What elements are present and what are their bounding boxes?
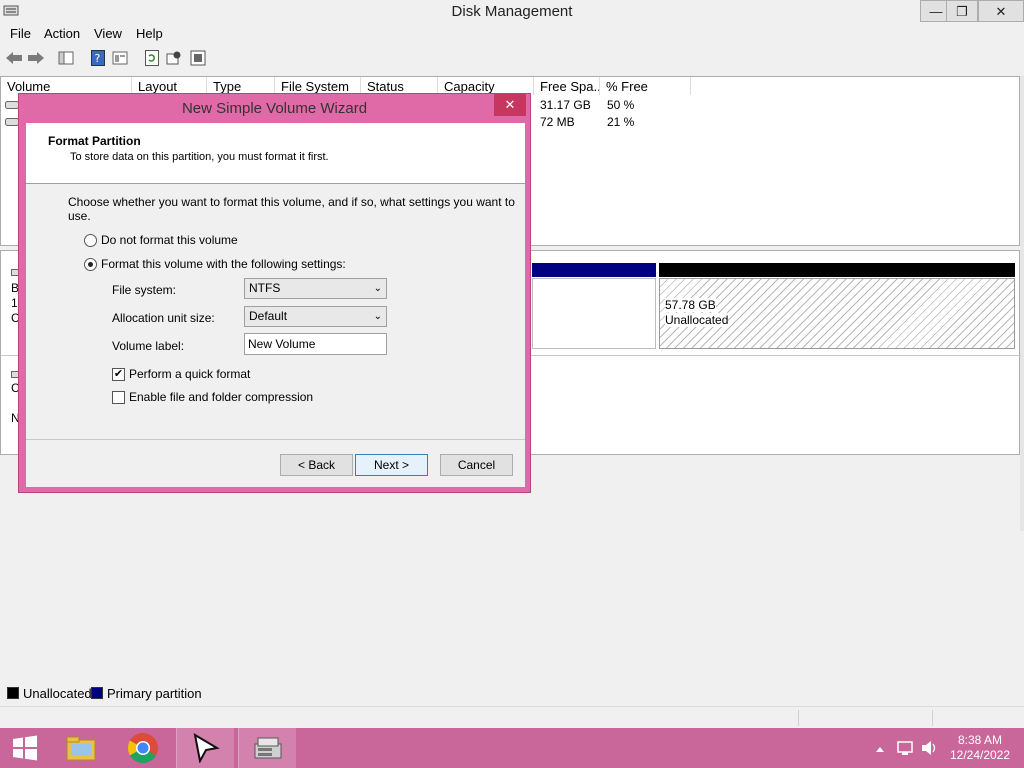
volume-label-input[interactable]: New Volume: [244, 333, 387, 355]
vertical-scrollbar[interactable]: [1020, 76, 1024, 531]
primary-swatch: [91, 687, 103, 699]
quick-format-checkbox[interactable]: ✔ Perform a quick format: [112, 367, 250, 381]
maximize-button[interactable]: ❐: [946, 0, 978, 22]
status-separator: [932, 710, 933, 726]
legend-unallocated: Unallocated: [23, 686, 92, 701]
wizard-body: Format Partition To store data on this p…: [26, 123, 525, 487]
file-system-label: File system:: [112, 283, 177, 297]
status-bar: [0, 706, 1024, 728]
network-icon[interactable]: [896, 728, 918, 768]
legend-primary: Primary partition: [107, 686, 202, 701]
compression-label: Enable file and folder compression: [129, 390, 314, 404]
row2-free-space: 72 MB: [540, 115, 575, 129]
quick-format-label: Perform a quick format: [129, 367, 251, 381]
wizard-footer-divider: [26, 439, 525, 440]
volume-label-label: Volume label:: [112, 339, 185, 353]
row2-percent-free: 21 %: [607, 115, 635, 129]
start-icon[interactable]: [0, 728, 50, 768]
compression-checkbox[interactable]: Enable file and folder compression: [112, 390, 313, 404]
clock-date: 12/24/2022: [949, 748, 1011, 762]
checkbox-unchecked-icon[interactable]: [112, 390, 125, 404]
disk-management-icon[interactable]: [238, 728, 296, 768]
tray-chevron-up-icon[interactable]: [874, 728, 888, 768]
window-title: Disk Management: [451, 3, 573, 20]
close-button[interactable]: ✕: [978, 0, 1024, 22]
file-explorer-icon[interactable]: [56, 728, 106, 768]
wizard-page-title: Format Partition: [48, 134, 141, 148]
help-icon[interactable]: ?: [88, 48, 108, 68]
row1-percent-free: 50 %: [607, 98, 635, 112]
disk-size-fragment: 1: [11, 296, 18, 310]
rescan-icon[interactable]: [164, 48, 184, 68]
row1-free-space: 31.17 GB: [540, 98, 591, 112]
unallocated-swatch: [7, 687, 19, 699]
file-system-value: NTFS: [249, 281, 281, 295]
window-titlebar: Disk Management — ❐ ✕: [0, 0, 1024, 24]
cursor-app-icon[interactable]: [176, 728, 234, 768]
back-arrow-icon[interactable]: [4, 48, 24, 68]
menu-view[interactable]: View: [94, 26, 122, 41]
menu-action[interactable]: Action: [44, 26, 80, 41]
wizard-header: Format Partition To store data on this p…: [26, 123, 525, 184]
unallocated-size: 57.78 GB: [665, 298, 716, 312]
chevron-down-icon: ⌄: [373, 311, 382, 322]
radio-icon[interactable]: [84, 233, 97, 247]
radio-format-volume[interactable]: Format this volume with the following se…: [84, 257, 346, 271]
primary-partition-bar: [532, 263, 656, 277]
wizard-content: Choose whether you want to format this v…: [26, 185, 525, 440]
taskbar: 8:38 AM 12/24/2022: [0, 728, 1024, 768]
radio-do-not-format-label: Do not format this volume: [101, 233, 238, 247]
radio-do-not-format[interactable]: Do not format this volume: [84, 233, 238, 247]
next-button[interactable]: Next >: [355, 454, 428, 476]
wizard-page-subtitle: To store data on this partition, you mus…: [70, 151, 329, 163]
allocation-unit-value: Default: [249, 309, 288, 323]
forward-arrow-icon[interactable]: [26, 48, 46, 68]
svg-text:?: ?: [95, 52, 101, 65]
taskbar-clock[interactable]: 8:38 AM 12/24/2022: [940, 733, 1020, 763]
file-system-select[interactable]: NTFS ⌄: [244, 278, 387, 299]
drive-icon: [5, 98, 19, 112]
column-free-space[interactable]: Free Spa...: [534, 77, 600, 95]
chevron-down-icon: ⌄: [373, 283, 382, 294]
wizard-instruction: Choose whether you want to format this v…: [68, 195, 515, 223]
clock-time: 8:38 AM: [957, 733, 1003, 747]
unallocated-label: Unallocated: [665, 313, 729, 327]
back-button[interactable]: < Back: [280, 454, 353, 476]
properties-icon[interactable]: [110, 48, 130, 68]
radio-format-volume-label: Format this volume with the following se…: [101, 257, 346, 271]
unallocated-bar: [659, 263, 1015, 277]
toolbar: ?: [0, 46, 1024, 72]
volume-icon[interactable]: [920, 728, 940, 768]
chrome-icon[interactable]: [116, 728, 170, 768]
drive-icon: [5, 115, 19, 129]
checkbox-checked-icon[interactable]: ✔: [112, 367, 125, 381]
column-percent-free[interactable]: % Free: [600, 77, 691, 95]
menu-file[interactable]: File: [10, 26, 31, 41]
status-separator: [798, 710, 799, 726]
menu-bar: File Action View Help: [0, 24, 1024, 44]
wizard-close-button[interactable]: ✕: [494, 94, 526, 116]
new-simple-volume-wizard: New Simple Volume Wizard ✕ Format Partit…: [18, 93, 531, 493]
console-tree-icon[interactable]: [56, 48, 76, 68]
cancel-button[interactable]: Cancel: [440, 454, 513, 476]
legend: Unallocated Primary partition: [0, 682, 1024, 704]
allocation-unit-label: Allocation unit size:: [112, 311, 215, 325]
radio-selected-icon[interactable]: [84, 257, 97, 271]
allocation-unit-select[interactable]: Default ⌄: [244, 306, 387, 327]
settings-icon[interactable]: [188, 48, 208, 68]
menu-help[interactable]: Help: [136, 26, 163, 41]
wizard-title: New Simple Volume Wizard: [181, 100, 368, 117]
primary-partition-box[interactable]: [532, 278, 656, 349]
refresh-icon[interactable]: [142, 48, 162, 68]
